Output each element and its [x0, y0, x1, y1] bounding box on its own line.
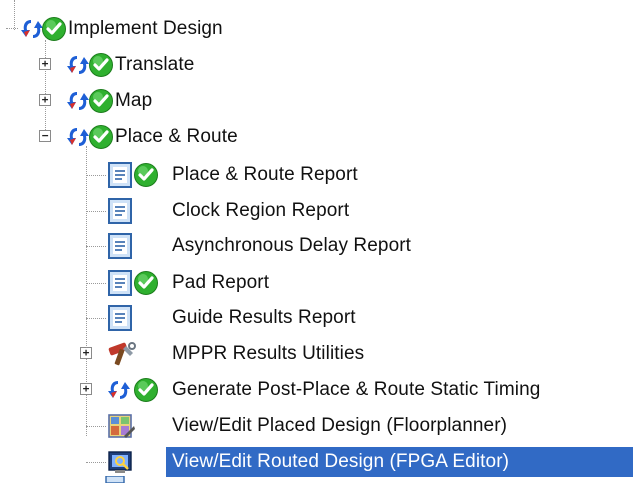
tree-item-pad-report[interactable]: Pad Report: [0, 268, 633, 298]
tree-item-clock-region-report[interactable]: Clock Region Report: [0, 196, 633, 226]
tree-item-view-edit-placed-design[interactable]: View/Edit Placed Design (Floorplanner): [0, 411, 633, 441]
tree-item-label: Map: [115, 90, 153, 111]
tree-item-view-edit-routed-design[interactable]: View/Edit Routed Design (FPGA Editor): [0, 447, 633, 477]
report-document-icon: [108, 305, 132, 331]
tree-item-guide-results-report[interactable]: Guide Results Report: [0, 303, 633, 333]
tree-item-label: Place & Route Report: [172, 164, 358, 185]
tree-item-label: Translate: [115, 54, 195, 75]
process-tree: Implement Design + Translate + Map − Pla…: [0, 0, 633, 483]
tree-item-label: Place & Route: [115, 126, 238, 147]
tree-expander-button[interactable]: +: [39, 58, 51, 70]
tree-item-label: View/Edit Routed Design (FPGA Editor): [172, 451, 510, 472]
process-refresh-icon: [67, 128, 89, 146]
tree-item-generate-post-place-and-route-static-timing[interactable]: + Generate Post-Place & Route Static Tim…: [0, 375, 633, 405]
fpga-editor-icon: [108, 451, 132, 473]
tree-item-translate[interactable]: + Translate: [0, 50, 633, 80]
tree-expander-button[interactable]: +: [39, 94, 51, 106]
tree-expander-button[interactable]: +: [80, 383, 92, 395]
process-refresh-icon: [67, 56, 89, 74]
floorplanner-icon: [108, 414, 135, 438]
tools-icon: [108, 342, 136, 366]
tree-item-label: View/Edit Placed Design (Floorplanner): [172, 415, 508, 436]
status-ok-icon: [134, 163, 158, 187]
tree-item-map[interactable]: + Map: [0, 86, 633, 116]
tree-item-place-and-route[interactable]: − Place & Route: [0, 122, 633, 152]
report-document-icon: [108, 198, 132, 224]
report-document-icon: [108, 270, 132, 296]
process-refresh-icon: [108, 381, 130, 399]
tree-item-mppr-results-utilities[interactable]: + MPPR Results Utilities: [0, 339, 633, 369]
tree-expander-button[interactable]: −: [39, 130, 51, 142]
status-ok-icon: [89, 125, 113, 149]
tree-item-label: MPPR Results Utilities: [172, 343, 365, 364]
status-ok-icon: [134, 271, 158, 295]
report-document-icon: [108, 162, 132, 188]
partial-item-icon: [105, 476, 125, 483]
tree-item-label: Asynchronous Delay Report: [172, 235, 412, 256]
tree-item-label: Clock Region Report: [172, 200, 350, 221]
tree-item-implement-design[interactable]: Implement Design: [0, 14, 633, 44]
tree-item-label: Pad Report: [172, 272, 270, 293]
status-ok-icon: [42, 17, 66, 41]
status-ok-icon: [89, 53, 113, 77]
tree-expander-button[interactable]: +: [80, 347, 92, 359]
report-document-icon: [108, 233, 132, 259]
tree-item-place-and-route-report[interactable]: Place & Route Report: [0, 160, 633, 190]
tree-item-label: Implement Design: [68, 18, 223, 39]
tree-item-label: Generate Post-Place & Route Static Timin…: [172, 379, 541, 400]
tree-item-asynchronous-delay-report[interactable]: Asynchronous Delay Report: [0, 231, 633, 261]
status-ok-icon: [134, 378, 158, 402]
status-ok-icon: [89, 89, 113, 113]
process-refresh-icon: [67, 92, 89, 110]
tree-item-label: Guide Results Report: [172, 307, 356, 328]
